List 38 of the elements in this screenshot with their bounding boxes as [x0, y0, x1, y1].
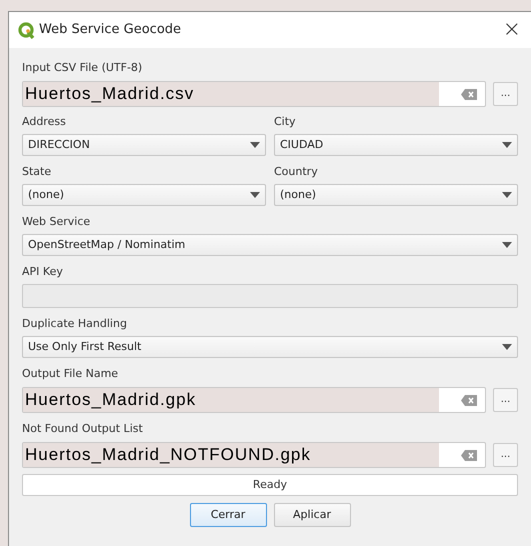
field-label: Address [22, 115, 66, 129]
file-path-field[interactable]: Huertos_Madrid.csv [22, 81, 486, 107]
window-title: Web Service Geocode [39, 21, 182, 40]
field-label: City [274, 115, 296, 129]
browse-button[interactable]: ... [493, 82, 518, 106]
dropdown-caret-icon [502, 192, 512, 198]
dropdown-field[interactable]: OpenStreetMap / Nominatim [22, 234, 518, 256]
dialog-button[interactable]: Aplicar [274, 503, 350, 527]
dropdown-field[interactable]: CIUDAD [274, 134, 518, 156]
clear-icon[interactable] [461, 450, 477, 460]
dropdown-caret-icon [250, 192, 260, 198]
dropdown-field[interactable]: (none) [274, 184, 518, 206]
field-label: State [22, 165, 52, 179]
dropdown-caret-icon [502, 344, 512, 350]
browse-button[interactable]: ... [493, 443, 518, 467]
dropdown-caret-icon [250, 142, 260, 148]
field-label: Input CSV File (UTF-8) [22, 61, 142, 75]
clear-icon[interactable] [461, 88, 477, 100]
close-button[interactable]: × [502, 19, 521, 41]
file-path-field[interactable]: Huertos_Madrid_NOTFOUND.gpk [22, 442, 486, 468]
field-label: Country [274, 165, 318, 179]
dropdown-field[interactable]: Use Only First Result [22, 336, 518, 358]
dropdown-caret-icon [502, 142, 512, 148]
clear-icon[interactable] [461, 394, 477, 406]
field-label: API Key [22, 265, 63, 279]
dropdown-field[interactable]: (none) [22, 184, 266, 206]
app-logo-icon [18, 22, 35, 38]
field-label: Not Found Output List [22, 422, 143, 436]
api-key-field[interactable] [22, 284, 518, 308]
field-label: Web Service [22, 215, 90, 229]
dropdown-caret-icon [502, 242, 512, 248]
dialog-button[interactable]: Cerrar [190, 503, 266, 527]
browse-button[interactable]: ... [493, 388, 518, 412]
progress-status: Ready [252, 476, 288, 493]
field-label: Output File Name [22, 367, 118, 381]
field-label: Duplicate Handling [22, 317, 127, 331]
file-path-field[interactable]: Huertos_Madrid.gpk [22, 387, 486, 413]
dropdown-field[interactable]: DIRECCION [22, 134, 266, 156]
